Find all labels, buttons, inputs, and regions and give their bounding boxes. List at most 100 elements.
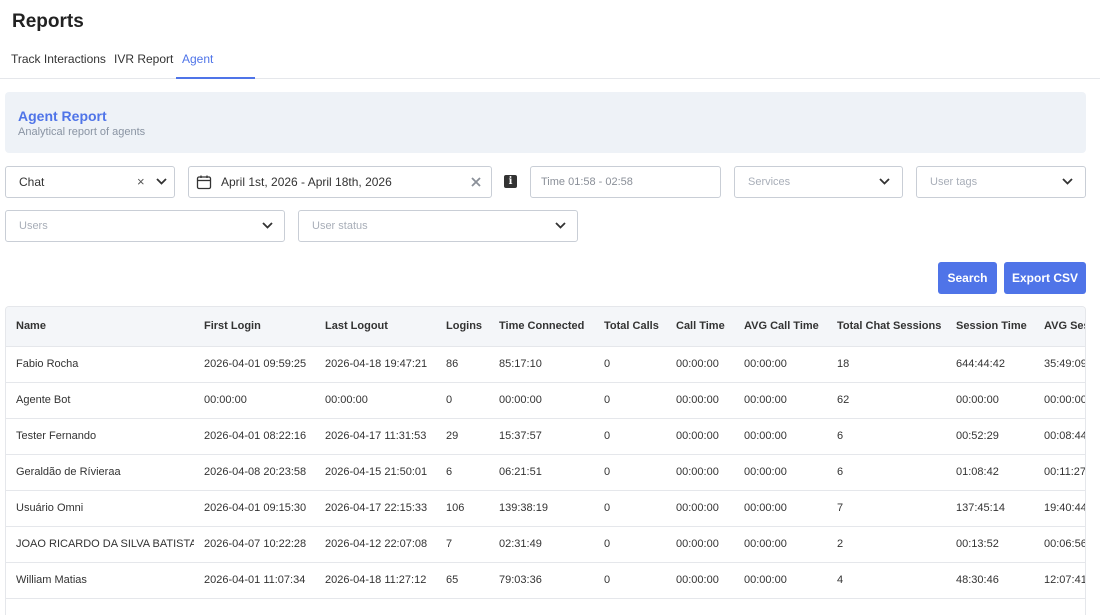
table-cell: 2026-04-07 10:22:28 — [204, 538, 307, 550]
table-cell: 6 — [446, 466, 453, 478]
services-select[interactable]: Services — [734, 166, 903, 198]
calendar-icon — [196, 175, 212, 190]
table-cell: 0 — [604, 394, 611, 406]
table-cell: 86 — [446, 358, 459, 370]
tab-track-interactions[interactable]: Track Interactions — [11, 40, 106, 79]
table-row[interactable]: William Matias 2026-04-01 11:07:34 2026-04… — [6, 562, 1086, 598]
table-cell: Usuário Omni — [16, 502, 84, 514]
table-cell: 137:45:14 — [956, 502, 1005, 514]
table-cell: 00:00:00 — [744, 466, 787, 478]
table-cell: 79:03:36 — [499, 574, 542, 586]
column-header[interactable]: Name — [6, 307, 194, 347]
table-cell: 2026-04-01 09:15:30 — [204, 502, 307, 514]
info-icon[interactable]: i — [504, 175, 517, 188]
table-row[interactable]: Tester Fernando 2026-04-01 08:22:16 2026-0… — [6, 418, 1086, 454]
table-cell: 0 — [604, 358, 611, 370]
table-cell: 12:07:41 — [1044, 574, 1086, 586]
table-row[interactable]: Usuário Omni 2026-04-01 09:15:30 2026-04-1… — [6, 490, 1086, 526]
table-cell: Fabio Rocha — [16, 358, 79, 370]
table-cell: 00:00:00 — [676, 394, 719, 406]
user-status-select[interactable]: User status — [298, 210, 578, 242]
table-cell: 29 — [446, 430, 459, 442]
table-cell: 00:00:00 — [744, 538, 787, 550]
card-title: Agent Report — [18, 108, 107, 124]
table-cell: 19:40:44 — [1044, 502, 1086, 514]
table-cell: 7 — [837, 502, 844, 514]
channel-select[interactable]: Chat × — [5, 166, 175, 198]
column-header[interactable]: Logins — [436, 307, 489, 347]
table-row[interactable]: Geraldão de Rívieraa 2026-04-08 20:23:58 2… — [6, 454, 1086, 490]
table-cell: 00:11:27 — [1044, 466, 1086, 478]
table-cell: 2026-04-17 11:31:53 — [325, 430, 427, 442]
column-header[interactable]: First Login — [194, 307, 315, 347]
search-button[interactable]: Search — [938, 262, 997, 294]
table-row[interactable]: JOAO RICARDO DA SILVA BATISTA 2026-04-07 … — [6, 526, 1085, 562]
column-header[interactable]: Call Time — [666, 307, 734, 347]
user-tags-select[interactable]: User tags — [916, 166, 1086, 198]
table-cell: 0 — [604, 502, 611, 514]
table-header-row: Name First Login Last Logout Logins Time Con… — [6, 307, 1085, 347]
export-csv-button[interactable]: Export CSV — [1004, 262, 1086, 294]
time-range-input[interactable]: Time 01:58 - 02:58 — [530, 166, 721, 198]
table-cell: 644:44:42 — [956, 358, 1005, 370]
table-cell: 00:00:00 — [744, 394, 787, 406]
column-header[interactable]: Total Chat Sessions — [827, 307, 946, 347]
table-cell: 01:08:42 — [956, 466, 999, 478]
table-cell: 00:00:00 — [676, 430, 719, 442]
table-cell: 00:00:00 — [204, 394, 247, 406]
report-info-card: Agent Report Analytical report of agents — [5, 92, 1086, 153]
table-cell: 106 — [446, 502, 465, 514]
report-tabs: Track Interactions IVR Report Agent Repo… — [0, 40, 1100, 104]
table-cell: 2026-04-01 11:07:34 — [204, 574, 306, 586]
users-select[interactable]: Users — [5, 210, 285, 242]
chevron-down-icon[interactable] — [156, 177, 167, 186]
user-tags-placeholder: User tags — [930, 176, 978, 188]
column-header[interactable]: Time Connected — [489, 307, 594, 347]
table-cell: 00:00:00 — [676, 538, 719, 550]
table-cell: 00:00:00 — [744, 358, 787, 370]
table-cell: 00:08:44 — [1044, 430, 1086, 442]
tab-ivr-report[interactable]: IVR Report — [114, 40, 173, 79]
table-cell: 6 — [837, 430, 844, 442]
column-header[interactable]: Last Logout — [315, 307, 436, 347]
table-cell: Geraldão de Rívieraa — [16, 466, 121, 478]
table-cell: 2 — [837, 538, 844, 550]
table-cell: 2026-04-18 19:47:21 — [325, 358, 428, 370]
column-header[interactable]: Total Calls — [594, 307, 666, 347]
card-subtitle: Analytical report of agents — [18, 126, 146, 138]
table-row[interactable]: Agente Bot 00:00:00 00:00:00 0 00:00:00 0 00:0… — [6, 382, 1086, 418]
clear-date-icon[interactable] — [471, 177, 481, 187]
table-cell: 7 — [446, 538, 453, 550]
column-header[interactable]: Session Time — [946, 307, 1034, 347]
table-cell: 00:00:00 — [676, 466, 719, 478]
table-cell: William Matias — [16, 574, 87, 586]
table-cell: 00:00:00 — [499, 394, 542, 406]
agent-report-table: Name First Login Last Logout Logins Time Con… — [5, 306, 1086, 615]
column-header[interactable]: AVG Session Time — [1034, 307, 1085, 347]
table-cell: 2026-04-18 11:27:12 — [325, 574, 427, 586]
table-cell: 00:13:52 — [956, 538, 999, 550]
date-range-picker[interactable]: April 1st, 2026 - April 18th, 2026 — [188, 166, 492, 198]
table-cell: 48:30:46 — [956, 574, 999, 586]
table-cell: 00:00:00 — [744, 430, 787, 442]
table-cell: 85:17:10 — [499, 358, 542, 370]
table-cell: 00:00:00 — [676, 502, 719, 514]
table-cell: 00:00:00 — [325, 394, 368, 406]
table-cell: 0 — [604, 574, 611, 586]
chevron-down-icon[interactable] — [262, 221, 273, 230]
table-cell: 02:31:49 — [499, 538, 542, 550]
column-header[interactable]: AVG Call Time — [734, 307, 827, 347]
table-row[interactable]: Fabio Rocha 2026-04-01 09:59:25 2026-04-18… — [6, 346, 1086, 382]
table-cell: 00:00:00 — [676, 574, 719, 586]
table-cell: 62 — [837, 394, 850, 406]
table-cell: 2026-04-01 09:59:25 — [204, 358, 307, 370]
tab-agent-report[interactable]: Agent Report — [176, 40, 255, 104]
table-cell: 00:00:00 — [744, 574, 787, 586]
chevron-down-icon[interactable] — [1062, 177, 1073, 186]
table-cell: 00:00:00 — [1044, 394, 1086, 406]
chevron-down-icon[interactable] — [555, 221, 566, 230]
table-cell: 35:49:09 — [1044, 358, 1086, 370]
chevron-down-icon[interactable] — [879, 177, 890, 186]
table-cell: 2026-04-15 21:50:01 — [325, 466, 428, 478]
clear-icon[interactable]: × — [137, 167, 145, 197]
